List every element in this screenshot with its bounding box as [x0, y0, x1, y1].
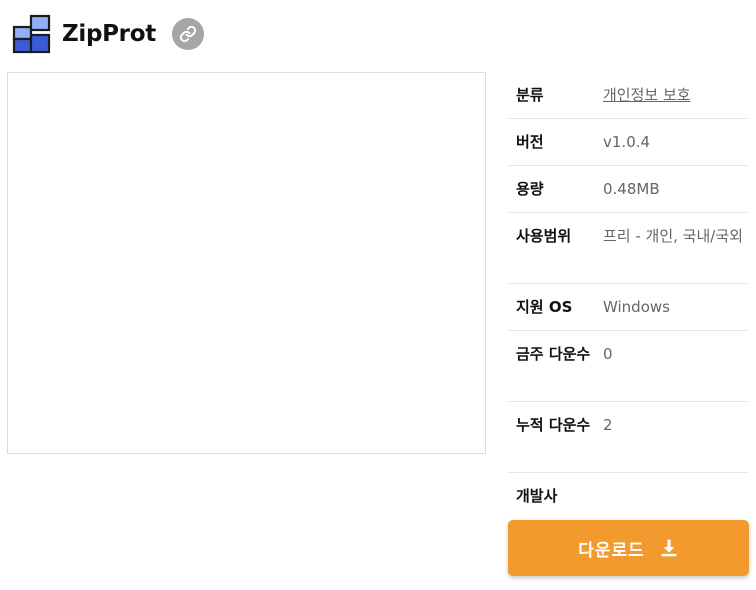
- info-value: 프리 - 개인, 국내/국외: [603, 227, 743, 245]
- download-button[interactable]: 다운로드: [508, 520, 749, 576]
- info-row-total-downloads: 누적 다운수 2: [508, 402, 748, 473]
- screenshot-preview: [7, 72, 486, 454]
- link-icon: [179, 25, 196, 43]
- info-label: 지원 OS: [516, 298, 573, 316]
- info-label: 분류: [516, 86, 544, 104]
- info-row-developer: 개발사: [508, 473, 748, 518]
- info-row-license: 사용범위 프리 - 개인, 국내/국외: [508, 213, 748, 284]
- info-label: 사용범위: [516, 227, 572, 245]
- app-header: ZipProt: [12, 13, 204, 55]
- app-logo: [12, 14, 51, 54]
- info-value: 0.48MB: [603, 180, 660, 198]
- info-value: 0: [603, 345, 613, 363]
- info-label: 용량: [516, 180, 544, 198]
- info-label: 누적 다운수: [516, 416, 591, 434]
- info-label: 금주 다운수: [516, 345, 591, 363]
- download-label: 다운로드: [578, 540, 645, 561]
- info-row-category: 분류 개인정보 보호: [508, 72, 748, 119]
- category-link[interactable]: 개인정보 보호: [594, 83, 748, 107]
- info-label: 버전: [516, 133, 544, 151]
- info-value: Windows: [603, 298, 670, 316]
- info-label: 개발사: [516, 486, 558, 505]
- info-value: v1.0.4: [603, 133, 651, 151]
- app-title: ZipProt: [62, 21, 156, 47]
- info-row-weekly-downloads: 금주 다운수 0: [508, 331, 748, 402]
- info-value: 2: [603, 416, 613, 434]
- info-row-size: 용량 0.48MB: [508, 166, 748, 213]
- info-row-os: 지원 OS Windows: [508, 284, 748, 331]
- copy-link-button[interactable]: [171, 18, 204, 50]
- download-icon: [659, 538, 679, 558]
- info-table: 분류 개인정보 보호 버전 v1.0.4 용량 0.48MB 사용범위 프리 -…: [508, 72, 748, 518]
- info-row-version: 버전 v1.0.4: [508, 119, 748, 166]
